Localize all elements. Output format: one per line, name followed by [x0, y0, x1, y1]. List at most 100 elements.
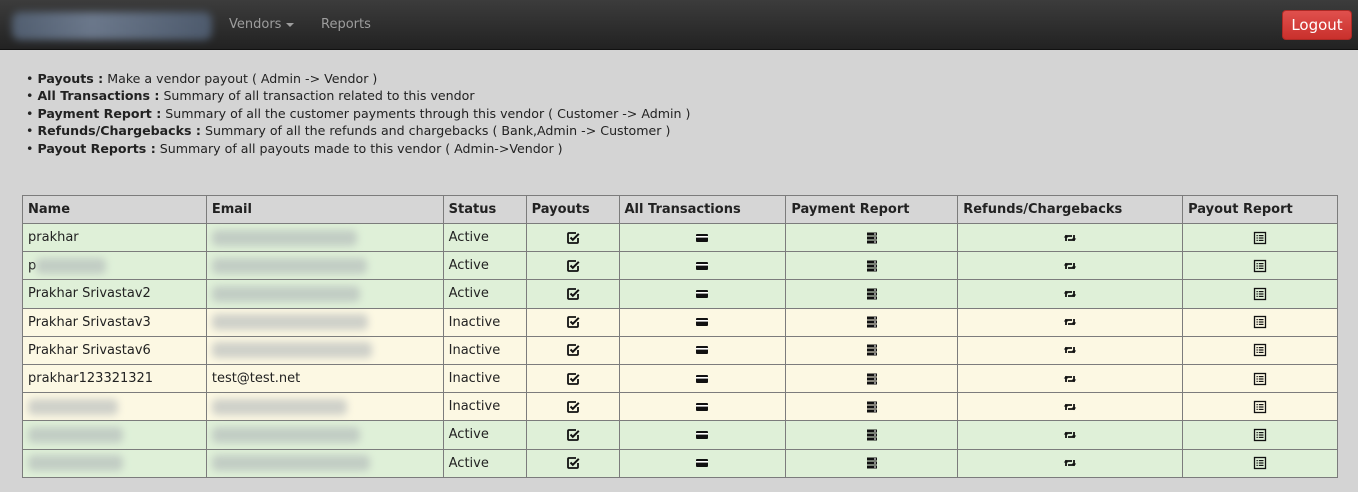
table-row: Active [22, 448, 1338, 478]
name-cell: p [22, 251, 207, 281]
retweet-icon[interactable] [1063, 400, 1077, 414]
bullet: • [26, 140, 34, 156]
email-cell [205, 392, 444, 422]
list-alt-icon[interactable] [1253, 400, 1267, 414]
vendor-name: Prakhar Srivastav3 [28, 314, 151, 330]
server-icon[interactable] [865, 400, 879, 414]
list-alt-icon[interactable] [1253, 372, 1267, 386]
retweet-icon[interactable] [1063, 428, 1077, 442]
refunds-chargebacks-cell [957, 307, 1184, 337]
redacted-email [211, 285, 360, 302]
all-transactions-cell [618, 448, 787, 478]
retweet-icon[interactable] [1063, 231, 1077, 245]
column-header: Payment Report [785, 195, 959, 224]
check-square-icon[interactable] [566, 400, 580, 414]
list-alt-icon[interactable] [1253, 456, 1267, 470]
redacted-email [211, 455, 370, 472]
vendor-name: p [28, 258, 37, 274]
status-cell: Active [442, 448, 527, 478]
nav-reports[interactable]: Reports [321, 17, 371, 32]
all-transactions-cell [618, 420, 787, 450]
check-square-icon[interactable] [566, 287, 580, 301]
payment-report-cell [785, 279, 959, 309]
nav-vendors-dropdown[interactable]: Vendors [229, 17, 295, 32]
name-cell: Prakhar Srivastav3 [22, 307, 207, 337]
legend-description: Make a vendor payout ( Admin -> Vendor ) [107, 71, 378, 86]
credit-card-icon[interactable] [695, 315, 709, 329]
table-row: Prakhar Srivastav2 Active [22, 279, 1338, 309]
status-cell: Active [442, 251, 527, 281]
credit-card-icon[interactable] [695, 343, 709, 357]
list-alt-icon[interactable] [1253, 259, 1267, 273]
check-square-icon[interactable] [566, 456, 580, 470]
table-row: prakhar123321321 test@test.net Inactive [22, 363, 1338, 394]
nav-vendors-label: Vendors [229, 17, 282, 32]
retweet-icon[interactable] [1063, 287, 1077, 301]
retweet-icon[interactable] [1063, 315, 1077, 329]
retweet-icon[interactable] [1063, 372, 1077, 386]
server-icon[interactable] [865, 231, 879, 245]
check-square-icon[interactable] [566, 259, 580, 273]
credit-card-icon[interactable] [695, 372, 709, 386]
status-cell: Active [442, 222, 527, 253]
list-alt-icon[interactable] [1253, 343, 1267, 357]
payouts-cell [525, 335, 620, 365]
credit-card-icon[interactable] [695, 231, 709, 245]
status-cell: Inactive [442, 392, 527, 422]
server-icon[interactable] [865, 315, 879, 329]
server-icon[interactable] [865, 343, 879, 357]
payment-report-cell [785, 420, 959, 450]
payouts-cell [525, 392, 620, 422]
all-transactions-cell [618, 251, 787, 281]
payment-report-cell [785, 392, 959, 422]
credit-card-icon[interactable] [695, 400, 709, 414]
logout-button[interactable]: Logout [1282, 10, 1352, 40]
table-row: Active [22, 420, 1338, 450]
email-cell [205, 420, 444, 450]
email-cell [205, 448, 444, 478]
credit-card-icon[interactable] [695, 259, 709, 273]
credit-card-icon[interactable] [695, 456, 709, 470]
list-alt-icon[interactable] [1253, 287, 1267, 301]
server-icon[interactable] [865, 456, 879, 470]
payout-report-cell [1182, 448, 1338, 478]
retweet-icon[interactable] [1063, 343, 1077, 357]
status-cell: Active [442, 279, 527, 309]
redacted-email [211, 257, 367, 274]
column-header: Email [205, 195, 444, 224]
column-header: Payouts [525, 195, 620, 224]
credit-card-icon[interactable] [695, 428, 709, 442]
list-alt-icon[interactable] [1253, 231, 1267, 245]
bullet: • [26, 88, 34, 104]
retweet-icon[interactable] [1063, 456, 1077, 470]
check-square-icon[interactable] [566, 428, 580, 442]
server-icon[interactable] [865, 259, 879, 273]
credit-card-icon[interactable] [695, 287, 709, 301]
legend-description: Summary of all the customer payments thr… [165, 105, 691, 121]
check-square-icon[interactable] [566, 315, 580, 329]
list-alt-icon[interactable] [1253, 428, 1267, 442]
list-alt-icon[interactable] [1253, 315, 1267, 329]
check-square-icon[interactable] [566, 372, 580, 386]
payouts-cell [525, 222, 620, 253]
server-icon[interactable] [865, 428, 879, 442]
check-square-icon[interactable] [566, 231, 580, 245]
retweet-icon[interactable] [1063, 259, 1077, 273]
brand-logo[interactable] [12, 12, 212, 40]
redacted-email [211, 314, 368, 331]
server-icon[interactable] [865, 372, 879, 386]
all-transactions-cell [618, 392, 787, 422]
name-cell: prakhar123321321 [22, 363, 207, 394]
payouts-cell [525, 420, 620, 450]
redacted-email [211, 398, 347, 415]
email-cell [205, 251, 444, 281]
table-row: prakhar Active [22, 222, 1338, 253]
check-square-icon[interactable] [566, 343, 580, 357]
payment-report-cell [785, 222, 959, 253]
payouts-cell [525, 448, 620, 478]
top-navbar: Vendors Reports Logout [0, 0, 1358, 50]
redacted-email [211, 342, 372, 359]
redacted-email [211, 229, 357, 246]
legend-description: Summary of all payouts made to this vend… [159, 140, 563, 156]
server-icon[interactable] [865, 287, 879, 301]
